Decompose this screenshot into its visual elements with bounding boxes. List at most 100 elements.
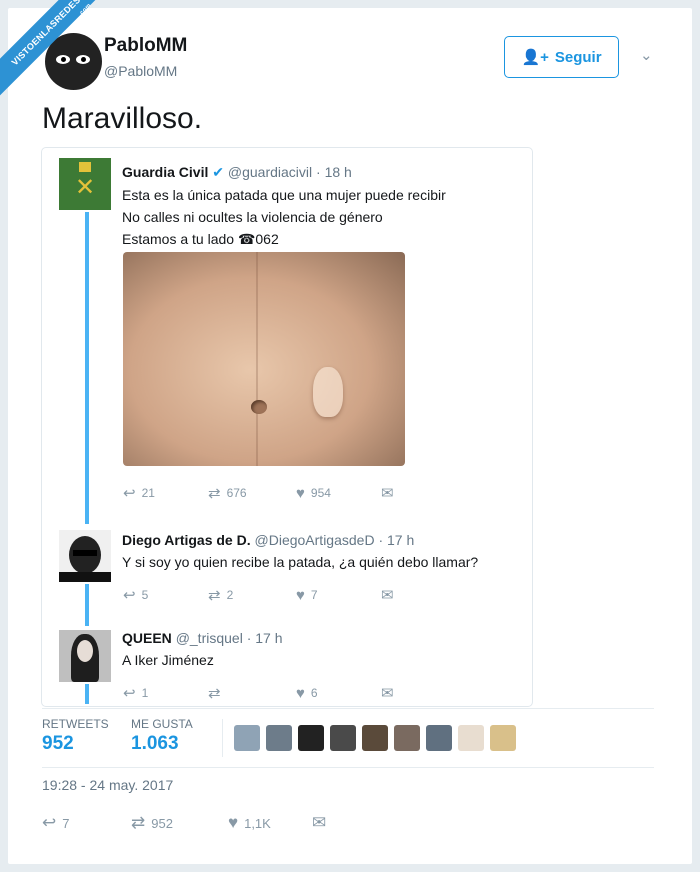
quoted-line: Estamos a tu lado ☎062 (122, 231, 279, 247)
avatar-eye (56, 55, 70, 64)
quoted-line: No calles ni ocultes la violencia de gén… (122, 209, 383, 225)
liker-avatar[interactable] (458, 725, 484, 751)
author-name[interactable]: PabloMM (104, 35, 187, 57)
linea-nigra (256, 252, 258, 466)
retweets-count[interactable]: 952 (42, 733, 74, 755)
quoted-header[interactable]: Guardia Civil ✔ @guardiacivil · 18 h (122, 164, 352, 181)
sunglasses-icon (73, 550, 97, 556)
reply-header[interactable]: Diego Artigas de D. @DiegoArtigasdeD · 1… (122, 532, 414, 548)
reply-handle: @_trisquel (175, 630, 243, 646)
liker-avatar[interactable] (426, 725, 452, 751)
reply-handle: @DiegoArtigasdeD (254, 532, 375, 548)
envelope-icon: ✉ (381, 587, 394, 604)
dm-action[interactable]: ✉ (381, 484, 394, 502)
likes-label: ME GUSTA (131, 717, 193, 731)
footprint (313, 367, 343, 417)
liker-avatar[interactable] (394, 725, 420, 751)
follow-button[interactable]: 👤+ Seguir (504, 36, 619, 78)
envelope-icon: ✉ (312, 813, 327, 832)
reply-action[interactable]: ↩ 1 (123, 684, 208, 702)
tweet-actions: ↩ 7 ⇄ 952 ♥ 1,1K ✉ (42, 813, 326, 833)
retweet-action[interactable]: ⇄ (208, 684, 296, 702)
quoted-text: Esta es la única patada que una mujer pu… (122, 184, 446, 250)
reply-icon: ↩ (42, 813, 57, 832)
liker-avatar[interactable] (234, 725, 260, 751)
tweet-text: Maravilloso. (42, 102, 203, 135)
reply-icon: ↩ (123, 685, 136, 702)
reply-text: Y si soy yo quien recibe la patada, ¿a q… (122, 554, 479, 570)
emblem-icon: ✕ (74, 174, 96, 201)
retweet-count: 952 (151, 815, 173, 831)
follow-label: Seguir (554, 48, 602, 66)
liker-avatar[interactable] (330, 725, 356, 751)
like-action[interactable]: ♥ 6 (296, 684, 381, 702)
like-action[interactable]: ♥ 7 (296, 586, 381, 604)
like-action[interactable]: ♥ 1,1K (228, 813, 312, 833)
tweet-date[interactable]: 19:28 - 24 may. 2017 (42, 777, 173, 793)
engagement-stats: RETWEETS 952 ME GUSTA 1.063 (42, 708, 654, 768)
retweets-label: RETWEETS (42, 717, 109, 731)
quoted-photo[interactable] (123, 252, 405, 466)
reply-icon: ↩ (123, 587, 136, 604)
chevron-down-icon[interactable]: ⌄ (640, 46, 653, 64)
dm-action[interactable]: ✉ (381, 684, 394, 702)
add-user-icon: 👤+ (521, 49, 549, 66)
reply-count: 21 (141, 486, 155, 500)
quoted-name: Guardia Civil (122, 164, 209, 180)
liker-avatar[interactable] (490, 725, 516, 751)
reply-action[interactable]: ↩ 21 (123, 484, 208, 502)
quoted-handle: @guardiacivil (227, 164, 313, 180)
envelope-icon: ✉ (381, 685, 394, 702)
reply-action[interactable]: ↩ 5 (123, 586, 208, 604)
heart-icon: ♥ (228, 813, 239, 832)
reply-count: 5 (141, 588, 149, 602)
liker-avatar[interactable] (298, 725, 324, 751)
reply-time: · 17 h (378, 532, 415, 548)
reply-icon: ↩ (123, 485, 136, 502)
reply-name: QUEEN (122, 630, 172, 646)
diego-avatar[interactable] (59, 530, 111, 582)
like-count: 954 (310, 486, 331, 500)
retweet-action[interactable]: ⇄ 2 (208, 586, 296, 604)
quoted-line: Esta es la única patada que una mujer pu… (122, 187, 446, 203)
quoted-time: · 18 h (316, 164, 352, 180)
heart-icon: ♥ (296, 484, 305, 502)
retweet-icon: ⇄ (208, 485, 221, 502)
retweet-icon: ⇄ (131, 813, 146, 832)
reply-count: 1 (141, 686, 149, 700)
envelope-icon: ✉ (381, 485, 394, 502)
quoted-thread[interactable]: ✕ Guardia Civil ✔ @guardiacivil · 18 h E… (41, 147, 533, 707)
liker-avatar[interactable] (362, 725, 388, 751)
like-count: 7 (310, 588, 318, 602)
retweet-count: 676 (226, 486, 247, 500)
author-handle[interactable]: @PabloMM (104, 63, 177, 79)
reply-actions: ↩ 5 ⇄ 2 ♥ 7 ✉ (123, 586, 394, 605)
thread-line (85, 684, 89, 704)
like-action[interactable]: ♥ 954 (296, 484, 381, 502)
guardia-civil-avatar[interactable]: ✕ (59, 158, 111, 210)
like-count: 6 (310, 686, 318, 700)
likes-count[interactable]: 1.063 (131, 733, 179, 755)
retweet-action[interactable]: ⇄ 676 (208, 484, 296, 502)
crown-icon (79, 162, 91, 172)
reply-name: Diego Artigas de D. (122, 532, 251, 548)
reply-time: · 17 h (246, 630, 283, 646)
quoted-actions: ↩ 21 ⇄ 676 ♥ 954 ✉ (123, 484, 394, 503)
dm-action[interactable]: ✉ (381, 586, 394, 604)
retweet-icon: ⇄ (208, 587, 221, 604)
retweet-icon: ⇄ (208, 685, 221, 702)
avatar-eye (76, 55, 90, 64)
dm-action[interactable]: ✉ (312, 813, 326, 833)
navel (251, 400, 267, 414)
stats-divider (222, 719, 223, 757)
tweet-card: PabloMM @PabloMM 👤+ Seguir ⌄ Maravilloso… (8, 8, 692, 864)
reply-count: 7 (62, 815, 70, 831)
avatar-shoulders (59, 572, 111, 582)
retweet-action[interactable]: ⇄ 952 (131, 813, 228, 833)
queen-avatar[interactable] (59, 630, 111, 682)
heart-icon: ♥ (296, 586, 305, 604)
reply-header[interactable]: QUEEN @_trisquel · 17 h (122, 630, 283, 646)
liker-avatar[interactable] (266, 725, 292, 751)
heart-icon: ♥ (296, 684, 305, 702)
reply-action[interactable]: ↩ 7 (42, 813, 131, 833)
